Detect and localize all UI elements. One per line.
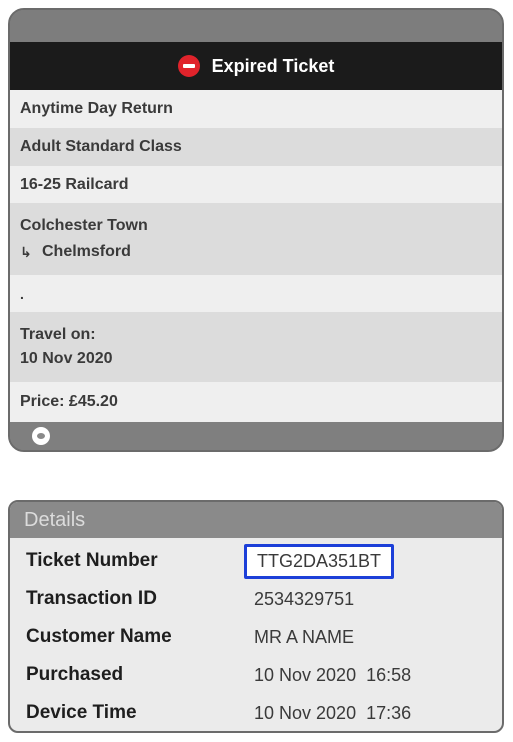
detail-label: Ticket Number [26, 550, 158, 571]
ticket-price: Price: £45.20 [10, 382, 502, 422]
ticket-top-bar [10, 10, 502, 42]
purchased-value: 10 Nov 2020 16:58 [254, 664, 412, 685]
eye-icon[interactable] [32, 427, 50, 445]
detail-row-customer-name: Customer Name MR A NAME [10, 618, 502, 656]
ticket-info-list: Anytime Day Return Adult Standard Class … [10, 90, 502, 422]
no-entry-icon [177, 55, 200, 77]
ticket-card: Expired Ticket Anytime Day Return Adult … [8, 8, 504, 452]
ticket-blank-row: . [10, 275, 502, 312]
travel-on-label: Travel on: [20, 326, 96, 343]
transaction-id-value: 2534329751 [254, 588, 355, 609]
ticket-number-value: TTG2DA351BT [244, 543, 395, 579]
ticket-status-label: Expired Ticket [211, 55, 335, 76]
detail-row-ticket-number: Ticket Number TTG2DA351BT [10, 542, 502, 580]
ticket-travel-date: Travel on: 10 Nov 2020 [10, 312, 502, 382]
ticket-railcard: 16-25 Railcard [10, 166, 502, 203]
details-title: Details [10, 502, 502, 538]
detail-row-transaction-id: Transaction ID 2534329751 [10, 580, 502, 618]
detail-label: Purchased [26, 664, 124, 685]
detail-label: Transaction ID [26, 588, 157, 609]
detail-label: Device Time [26, 702, 137, 723]
return-arrow-icon: ↳ [20, 243, 32, 260]
route-destination-line: ↳ Chelmsford [20, 243, 131, 261]
ticket-status-banner: Expired Ticket [10, 42, 502, 90]
device-time-value: 10 Nov 2020 17:36 [254, 702, 412, 723]
detail-row-device-time: Device Time 10 Nov 2020 17:36 [10, 694, 502, 731]
travel-date-value: 10 Nov 2020 [20, 350, 113, 367]
details-panel: Details Ticket Number TTG2DA351BT Transa… [8, 500, 504, 733]
customer-name-value: MR A NAME [254, 626, 355, 647]
route-origin: Colchester Town [20, 217, 148, 234]
route-destination: Chelmsford [42, 243, 131, 260]
ticket-class: Adult Standard Class [10, 128, 502, 166]
ticket-route: Colchester Town ↳ Chelmsford [10, 203, 502, 275]
detail-row-purchased: Purchased 10 Nov 2020 16:58 [10, 656, 502, 694]
detail-label: Customer Name [26, 626, 172, 647]
ticket-footer-bar [10, 422, 502, 450]
ticket-type: Anytime Day Return [10, 90, 502, 128]
details-list: Ticket Number TTG2DA351BT Transaction ID… [10, 538, 502, 731]
